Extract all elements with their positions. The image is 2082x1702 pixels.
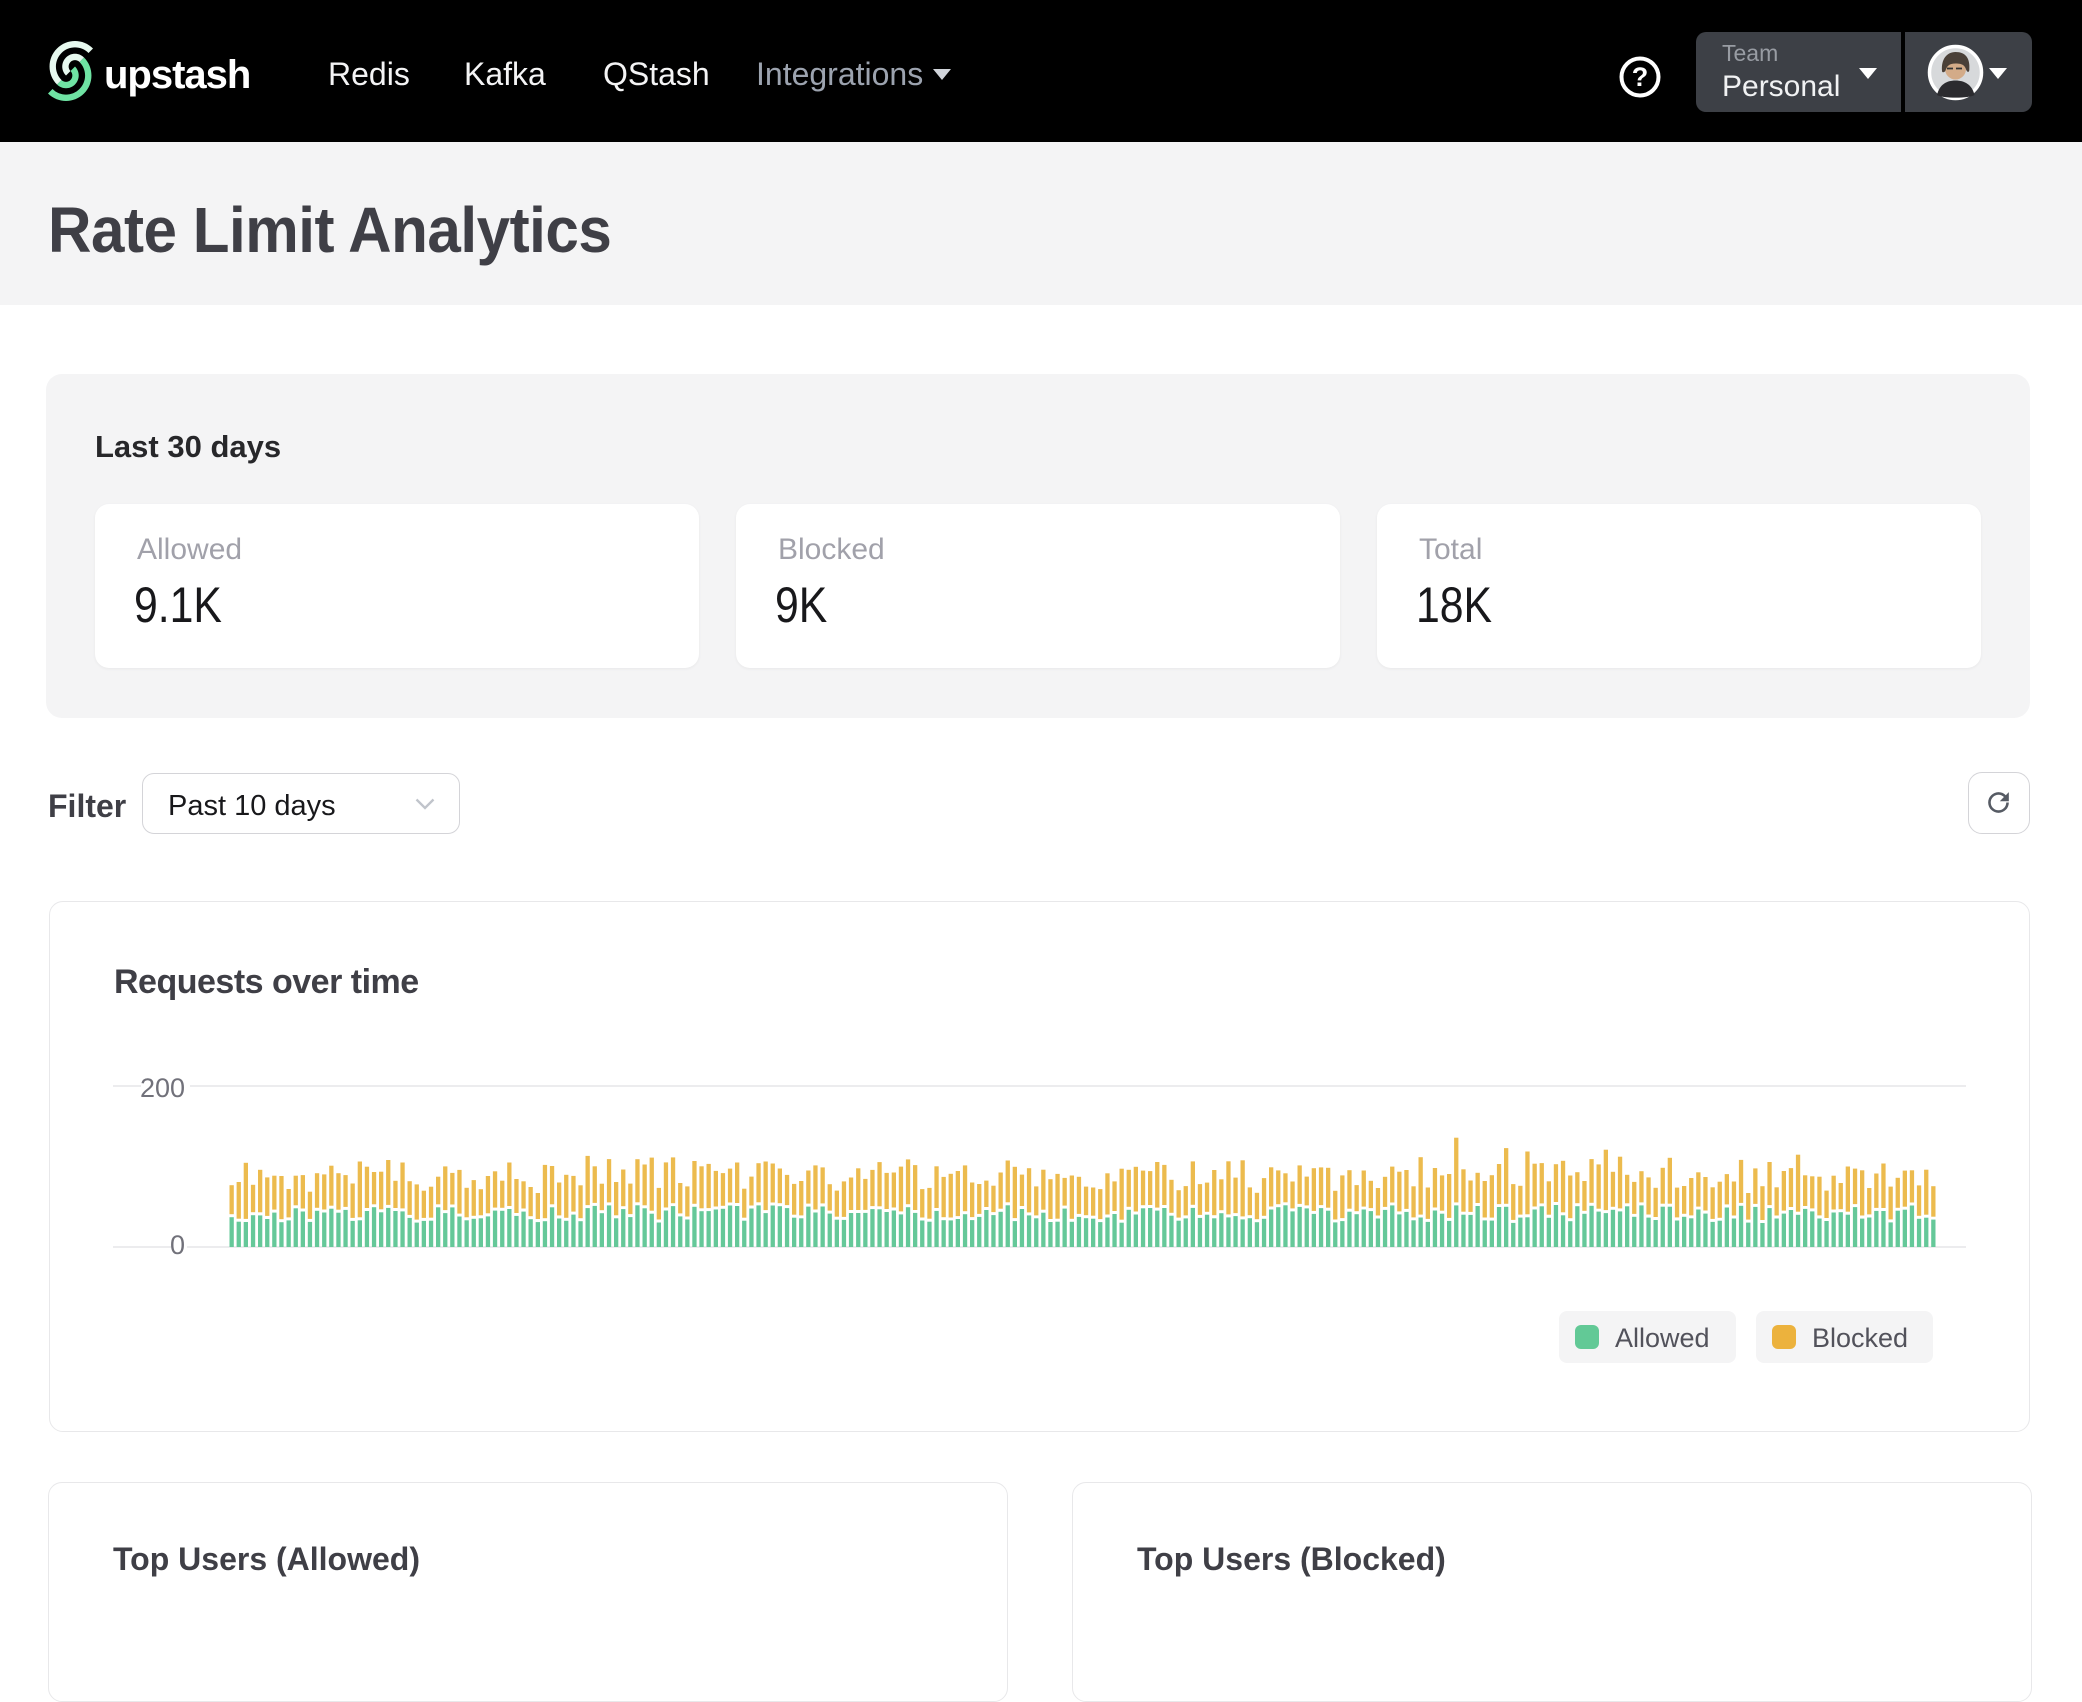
svg-text:?: ?	[1632, 62, 1649, 92]
